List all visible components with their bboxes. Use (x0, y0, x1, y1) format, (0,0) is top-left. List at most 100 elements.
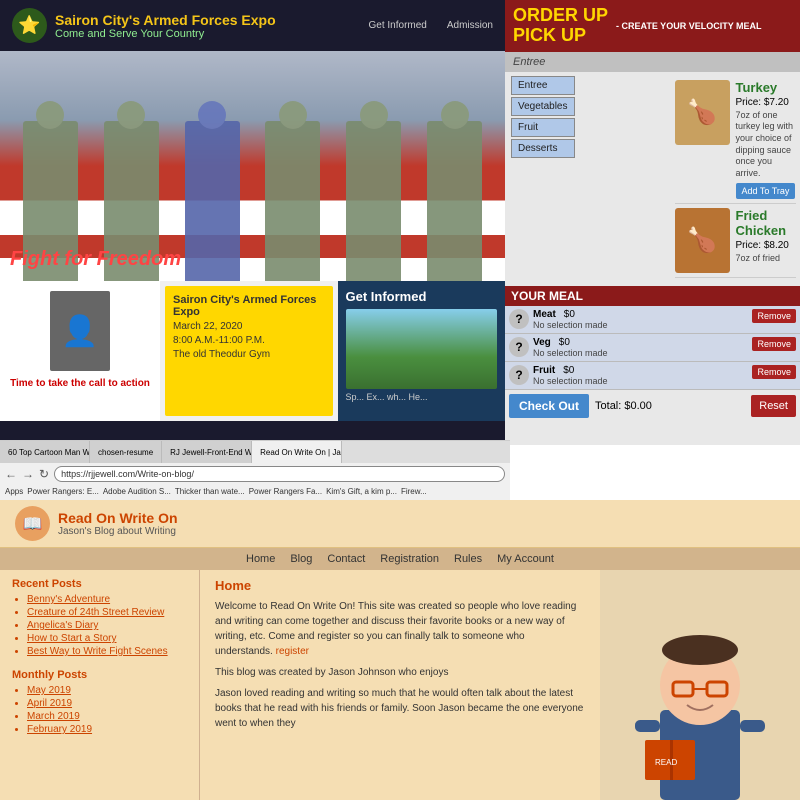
mil-title-block: Sairon City's Armed Forces Expo Come and… (55, 12, 361, 40)
browser-tab-2[interactable]: RJ Jewell-Front-End Web Dev... (162, 441, 252, 463)
browser-tabs: 60 Top Cartoon Man With Cel... chosen-re… (0, 441, 510, 463)
your-meal-header: YOUR MEAL (505, 286, 800, 306)
meal-fruit-info: Fruit $0 No selection made (533, 365, 748, 386)
blog-nav-rules[interactable]: Rules (454, 553, 482, 565)
mil-gi-image (346, 309, 498, 389)
recent-post-0[interactable]: Benny's Adventure (27, 594, 187, 605)
recent-posts-title: Recent Posts (12, 578, 187, 590)
blog-nav-home[interactable]: Home (246, 553, 275, 565)
bookmark-3[interactable]: Thicker than wate... (175, 487, 245, 496)
mil-hero: Fight for Freedom (0, 51, 505, 281)
bookmark-5[interactable]: Kim's Gift, a kim p... (326, 487, 397, 496)
meal-fruit-name: Fruit (533, 365, 555, 376)
bookmark-apps[interactable]: Apps (5, 487, 23, 496)
meal-meat-price: $0 (564, 309, 575, 320)
turkey-price: Price: $7.20 (736, 97, 797, 108)
meal-fruit-status: No selection made (533, 376, 748, 386)
mil-gi-title: Get Informed (346, 289, 498, 304)
blog-register-link[interactable]: register (276, 646, 309, 657)
blog-website: 📖 Read On Write On Jason's Blog about Wr… (0, 500, 800, 800)
order-nav-fruit[interactable]: Fruit (511, 118, 575, 137)
meal-row-veg: ? Veg $0 No selection made Remove (505, 334, 800, 362)
recent-post-4[interactable]: Best Way to Write Fight Scenes (27, 646, 187, 657)
mil-site-title: Sairon City's Armed Forces Expo (55, 12, 361, 28)
recent-post-1[interactable]: Creature of 24th Street Review (27, 607, 187, 618)
recent-post-3[interactable]: How to Start a Story (27, 633, 187, 644)
meal-veg-price: $0 (559, 337, 570, 348)
mil-logo: ⭐ (12, 8, 47, 43)
blog-main: Home Welcome to Read On Write On! This s… (200, 570, 600, 800)
monthly-posts-list: May 2019 April 2019 March 2019 February … (12, 685, 187, 735)
order-tagline: - CREATE YOUR VELOCITY MEAL (616, 21, 762, 31)
browser-bookmarks: Apps Power Rangers: E... Adobe Audition … (0, 485, 510, 498)
monthly-post-1[interactable]: April 2019 (27, 698, 187, 709)
mil-bottom: 👤 Time to take the call to action Sairon… (0, 281, 505, 421)
bookmark-2[interactable]: Adobe Audition S... (103, 487, 171, 496)
order-item-turkey: 🍗 Turkey Price: $7.20 7oz of one turkey … (675, 76, 797, 204)
mil-left-panel: 👤 Time to take the call to action (0, 281, 160, 421)
meal-veg-info: Veg $0 No selection made (533, 337, 748, 358)
monthly-posts-title: Monthly Posts (12, 669, 187, 681)
blog-sidebar: Recent Posts Benny's Adventure Creature … (0, 570, 200, 800)
mil-nav-get-informed[interactable]: Get Informed (369, 20, 427, 31)
blog-nav: Home Blog Contact Registration Rules My … (0, 548, 800, 570)
meal-veg-status: No selection made (533, 348, 748, 358)
browser-tab-1[interactable]: chosen-resume (90, 441, 162, 463)
order-nav-vegetables[interactable]: Vegetables (511, 97, 575, 116)
meal-meat-q: ? (509, 309, 529, 329)
mil-avatar: 👤 (50, 291, 110, 371)
meal-veg-name: Veg (533, 337, 551, 348)
turkey-desc: 7oz of one turkey leg with your choice o… (736, 110, 797, 180)
meal-meat-status: No selection made (533, 320, 748, 330)
browser-tab-3[interactable]: Read On Write On | Jason... (252, 441, 342, 463)
order-nav-desserts[interactable]: Desserts (511, 139, 575, 158)
meal-row-fruit: ? Fruit $0 No selection made Remove (505, 362, 800, 390)
blog-nav-registration[interactable]: Registration (380, 553, 439, 565)
mil-card-title: Sairon City's Armed Forces Expo (173, 294, 325, 318)
turkey-name: Turkey (736, 80, 797, 95)
order-logo-text: ORDER UP PICK UP (513, 6, 608, 46)
bookmark-4[interactable]: Power Rangers Fa... (249, 487, 322, 496)
checkout-button[interactable]: Check Out (509, 394, 589, 418)
browser-refresh-button[interactable]: ↻ (39, 467, 49, 481)
monthly-post-3[interactable]: February 2019 (27, 724, 187, 735)
browser-url-input[interactable] (54, 466, 505, 482)
meal-fruit-remove-button[interactable]: Remove (752, 365, 796, 379)
blog-para-1: This blog was created by Jason Johnson w… (215, 665, 585, 680)
reset-button[interactable]: Reset (751, 395, 796, 417)
order-nav-content: Entree Vegetables Fruit Desserts 🍗 Turke… (505, 72, 800, 282)
blog-subtitle: Jason's Blog about Writing (58, 526, 178, 537)
blog-title: Read On Write On (58, 510, 178, 526)
mil-card-location: The old Theodur Gym (173, 349, 325, 360)
mil-hero-text: Fight for Freedom (10, 248, 181, 271)
mil-bottom-text: Time to take the call to action (5, 376, 155, 391)
meal-fruit-price: $0 (563, 365, 574, 376)
military-website: ⭐ Sairon City's Armed Forces Expo Come a… (0, 0, 505, 445)
order-nav-entree[interactable]: Entree (511, 76, 575, 95)
order-header: ORDER UP PICK UP - CREATE YOUR VELOCITY … (505, 0, 800, 52)
meal-meat-remove-button[interactable]: Remove (752, 309, 796, 323)
monthly-post-2[interactable]: March 2019 (27, 711, 187, 722)
meal-meat-info: Meat $0 No selection made (533, 309, 748, 330)
turkey-info: Turkey Price: $7.20 7oz of one turkey le… (736, 80, 797, 199)
browser-forward-button[interactable]: → (22, 467, 34, 481)
blog-nav-contact[interactable]: Contact (327, 553, 365, 565)
recent-post-2[interactable]: Angelica's Diary (27, 620, 187, 631)
blog-home-title: Home (215, 578, 585, 593)
browser-back-button[interactable]: ← (5, 467, 17, 481)
bookmark-1[interactable]: Power Rangers: E... (27, 487, 99, 496)
turkey-add-button[interactable]: Add To Tray (736, 183, 796, 199)
mil-nav: Get Informed Admission (369, 20, 494, 31)
browser-tab-0[interactable]: 60 Top Cartoon Man With Cel... (0, 441, 90, 463)
soldier-3 (185, 121, 240, 281)
blog-nav-blog[interactable]: Blog (290, 553, 312, 565)
meal-meat-name: Meat (533, 309, 556, 320)
monthly-post-0[interactable]: May 2019 (27, 685, 187, 696)
bookmark-6[interactable]: Firew... (401, 487, 427, 496)
mil-nav-admission[interactable]: Admission (447, 20, 493, 31)
meal-row-meat: ? Meat $0 No selection made Remove (505, 306, 800, 334)
meal-veg-remove-button[interactable]: Remove (752, 337, 796, 351)
mil-card-time: 8:00 A.M.-11:00 P.M. (173, 335, 325, 346)
mil-site-subtitle: Come and Serve Your Country (55, 28, 361, 40)
blog-nav-account[interactable]: My Account (497, 553, 554, 565)
